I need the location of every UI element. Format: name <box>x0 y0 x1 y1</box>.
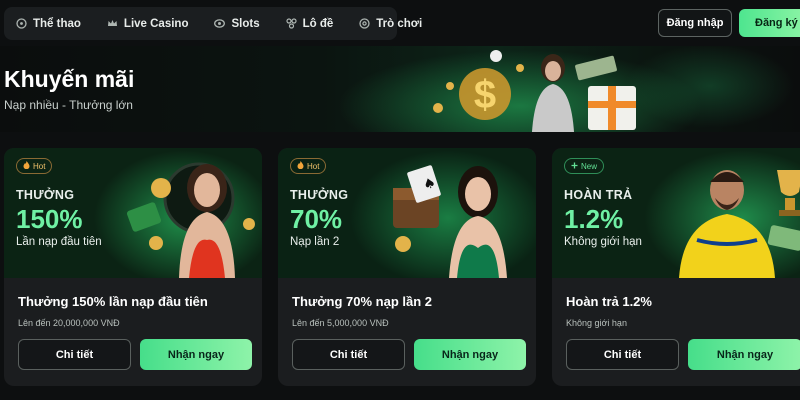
promo-illustration <box>126 162 255 278</box>
plus-icon <box>571 162 578 171</box>
promo-subtitle: Không giới hạn <box>566 318 627 328</box>
lottery-balls-icon <box>286 18 297 29</box>
promo-value: 70% <box>290 204 343 234</box>
claim-now-button[interactable]: Nhận ngay <box>140 339 252 370</box>
promo-desc: Không giới hạn <box>564 236 642 248</box>
promo-desc: Nạp lần 2 <box>290 236 340 248</box>
promo-title: Thưởng 150% lần nạp đầu tiên <box>18 294 208 309</box>
promo-desc: Lần nạp đầu tiên <box>16 236 102 248</box>
slot-machine-icon <box>214 18 226 29</box>
promo-hero-banner: Khuyến mãi Nạp nhiều - Thưởng lớn $ <box>0 46 800 132</box>
page-subtitle: Nạp nhiều - Thưởng lớn <box>4 98 133 112</box>
claim-now-button[interactable]: Nhận ngay <box>414 339 526 370</box>
promo-illustration <box>679 170 800 278</box>
nav-item-games[interactable]: Trò chơi <box>359 18 422 30</box>
promo-label: HOÀN TRẢ <box>564 188 633 202</box>
promo-title: Hoàn trả 1.2% <box>566 294 652 309</box>
promo-subtitle: Lên đến 20,000,000 VNĐ <box>18 318 120 328</box>
main-nav: Thể thao Live Casino Slots Lô đề Trò chơ… <box>4 7 422 40</box>
new-badge: New <box>564 158 605 174</box>
register-button[interactable]: Đăng ký <box>739 9 800 37</box>
promo-label: THƯỞNG <box>290 188 349 202</box>
top-navbar: Thể thao Live Casino Slots Lô đề Trò chơ… <box>0 0 800 46</box>
details-button[interactable]: Chi tiết <box>18 339 131 370</box>
promo-title: Thưởng 70% nạp lần 2 <box>292 294 433 309</box>
flame-icon <box>297 161 304 171</box>
page-title: Khuyến mãi <box>4 66 135 92</box>
login-button[interactable]: Đăng nhập <box>658 9 732 37</box>
promo-value: 1.2% <box>564 204 624 234</box>
promo-banner: Hot THƯỞNG 70% Nạp lần 2 ♠ <box>278 148 536 278</box>
soccer-ball-icon <box>16 18 27 29</box>
nav-label: Trò chơi <box>376 17 423 30</box>
nav-label: Thể thao <box>33 17 81 30</box>
promo-banner: Hot THƯỞNG 150% Lần nạp đầu tiên <box>4 148 262 278</box>
nav-label: Slots <box>231 17 260 30</box>
promo-card: Hot THƯỞNG 70% Nạp lần 2 ♠ Thưởng 70% nạ… <box>278 148 536 386</box>
promo-value: 150% <box>16 204 83 234</box>
hot-badge: Hot <box>16 158 53 174</box>
promo-illustration: ♠ <box>393 165 507 278</box>
flame-icon <box>23 161 30 171</box>
details-button[interactable]: Chi tiết <box>566 339 679 370</box>
nav-item-live-casino[interactable]: Live Casino <box>107 17 189 30</box>
details-button[interactable]: Chi tiết <box>292 339 405 370</box>
promo-banner: New HOÀN TRẢ 1.2% Không giới hạn <box>552 148 800 278</box>
promo-card: Hot THƯỞNG 150% Lần nạp đầu tiên Thưởng … <box>4 148 262 386</box>
hero-illustration: $ <box>433 50 636 132</box>
hot-badge: Hot <box>290 158 327 174</box>
nav-item-slots[interactable]: Slots <box>214 17 260 30</box>
svg-text:$: $ <box>474 73 496 117</box>
nav-item-lottery[interactable]: Lô đề <box>286 17 334 30</box>
gamepad-icon <box>359 18 370 29</box>
nav-label: Live Casino <box>123 17 189 30</box>
claim-now-button[interactable]: Nhận ngay <box>688 339 800 370</box>
crown-icon <box>107 18 118 29</box>
promo-label: THƯỞNG <box>16 188 75 202</box>
nav-item-sports[interactable]: Thể thao <box>16 18 81 30</box>
nav-label: Lô đề <box>302 17 334 30</box>
promo-subtitle: Lên đến 5,000,000 VNĐ <box>292 318 389 328</box>
promo-card: New HOÀN TRẢ 1.2% Không giới hạn Hoàn tr… <box>552 148 800 386</box>
